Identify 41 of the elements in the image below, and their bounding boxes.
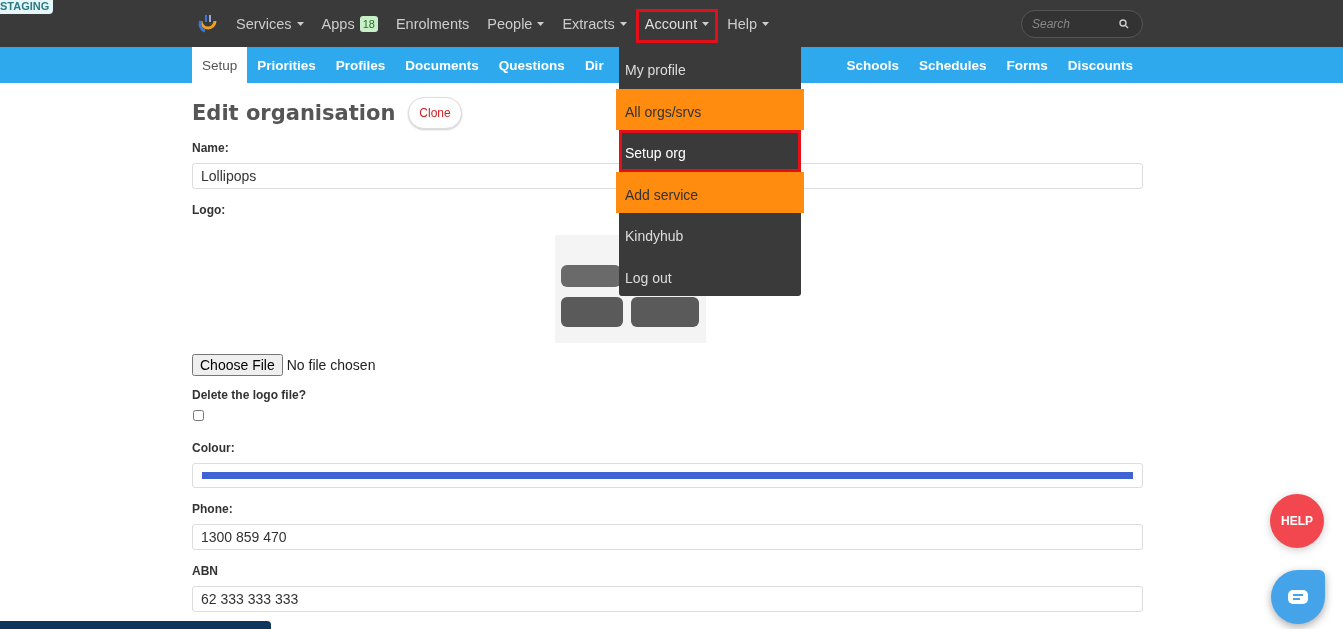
choose-file-button[interactable]: Choose File xyxy=(192,354,283,376)
abn-input-field[interactable]: 62 333 333 333 xyxy=(192,586,1143,612)
help-button[interactable]: HELP xyxy=(1270,494,1324,548)
search-icon xyxy=(1119,18,1129,29)
field-label: Delete the logo file? xyxy=(192,388,306,402)
page-title: Edit organisation xyxy=(192,101,396,125)
nav-menu-item[interactable]: Services xyxy=(227,8,313,39)
field-label: Colour: xyxy=(192,441,235,455)
delete-logo-checkbox[interactable] xyxy=(193,410,204,421)
tab[interactable]: Setup xyxy=(192,47,248,83)
nav-menu-item[interactable]: Apps 18 xyxy=(312,8,387,39)
nav-menu-item[interactable]: Account xyxy=(635,8,719,43)
caret-icon xyxy=(296,21,304,26)
colour-field[interactable] xyxy=(192,463,1143,488)
caret-icon xyxy=(619,21,627,26)
field-label: Phone: xyxy=(192,502,233,516)
nav-menu-item[interactable]: Help xyxy=(718,8,779,39)
dropdown-menu-item[interactable]: My profile xyxy=(616,47,804,89)
count-badge: 18 xyxy=(359,15,378,32)
dropdown-menu-item[interactable]: All orgs/srvs xyxy=(616,88,804,130)
clone-button[interactable]: Clone xyxy=(408,97,462,129)
field-label: ABN xyxy=(192,564,218,578)
caret-icon xyxy=(702,21,710,26)
chat-icon xyxy=(1288,590,1308,604)
dropdown-menu-item[interactable]: Log out xyxy=(616,254,804,296)
nav-menu-item[interactable]: People xyxy=(478,8,554,39)
field-label: Name: xyxy=(192,141,229,155)
logo-icon xyxy=(198,12,218,35)
phone-input-field[interactable]: 1300 859 470 xyxy=(192,524,1143,550)
environment-badge: STAGING xyxy=(0,0,54,14)
chat-button[interactable] xyxy=(1271,570,1325,624)
dropdown-menu-item[interactable]: Kindyhub xyxy=(616,213,804,255)
caret-icon xyxy=(762,21,770,26)
search-field[interactable]: Search xyxy=(1021,9,1143,38)
file-status: No file chosen xyxy=(286,357,376,373)
caret-icon xyxy=(537,21,545,26)
nav-menu-item[interactable]: Enrolments xyxy=(386,8,479,39)
dropdown-menu-item[interactable]: Add service xyxy=(616,171,804,213)
nav-menu-item[interactable]: Extracts xyxy=(553,8,636,39)
dropdown-menu-item[interactable]: Setup org xyxy=(619,130,801,172)
field-label: Logo: xyxy=(192,203,226,217)
